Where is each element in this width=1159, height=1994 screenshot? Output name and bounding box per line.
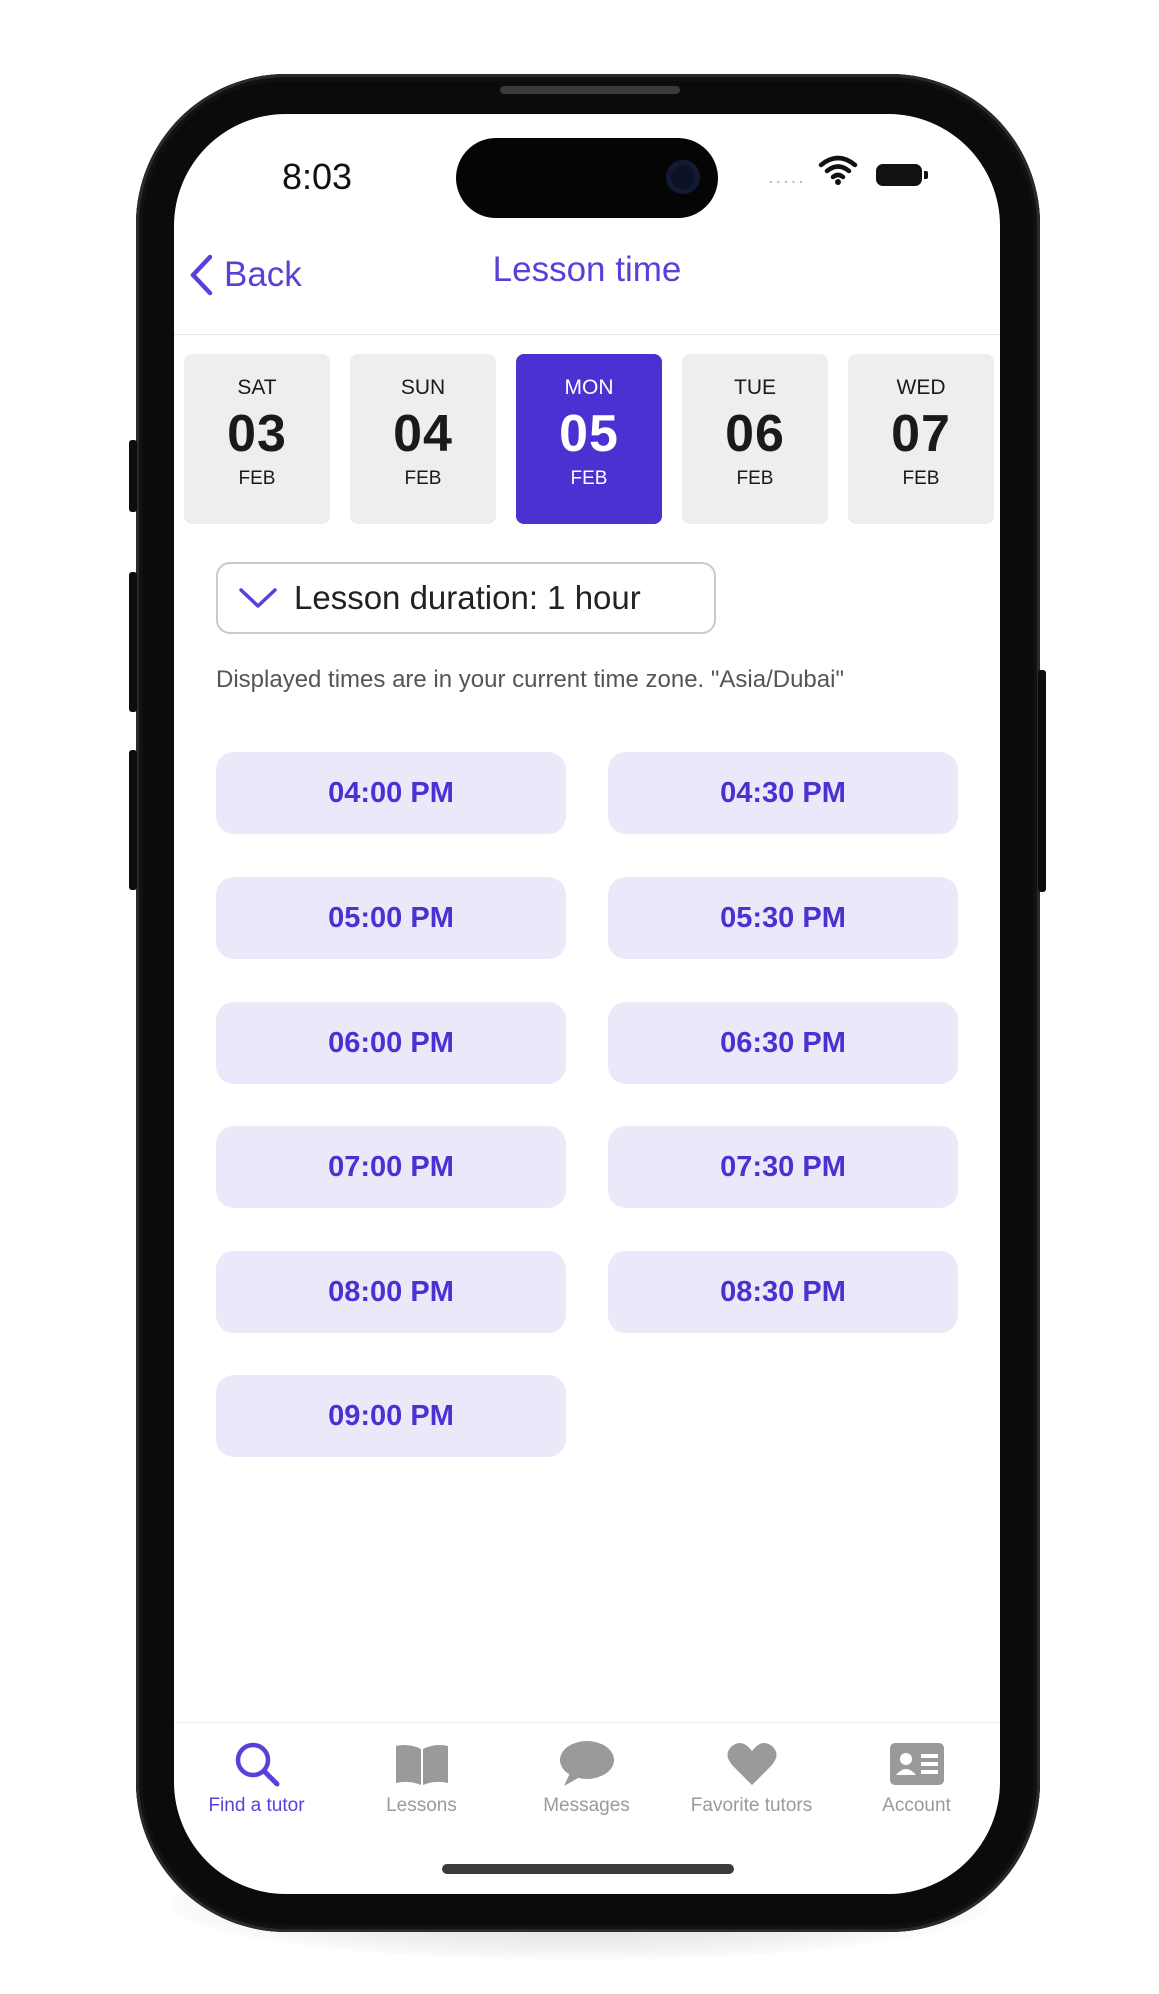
chat-bubble-icon bbox=[504, 1739, 669, 1789]
id-card-icon bbox=[834, 1739, 999, 1789]
volume-down-button bbox=[129, 750, 137, 890]
tab-label: Account bbox=[882, 1795, 951, 1816]
time-slot-button[interactable]: 08:00 PM bbox=[216, 1251, 566, 1333]
tab-label: Lessons bbox=[386, 1795, 457, 1816]
search-icon bbox=[174, 1739, 339, 1789]
tab-label: Find a tutor bbox=[208, 1795, 305, 1816]
timezone-note: Displayed times are in your current time… bbox=[216, 666, 844, 693]
time-slot-button[interactable]: 06:00 PM bbox=[216, 1002, 566, 1084]
date-day: SUN bbox=[400, 376, 446, 399]
date-month: FEB bbox=[404, 468, 442, 489]
time-slot-button[interactable]: 08:30 PM bbox=[608, 1251, 958, 1333]
time-slot-button[interactable]: 04:00 PM bbox=[216, 752, 566, 834]
tab-account[interactable]: Account bbox=[834, 1723, 999, 1833]
date-month: FEB bbox=[902, 468, 940, 489]
date-day: TUE bbox=[734, 376, 776, 399]
date-month: FEB bbox=[238, 468, 276, 489]
date-month: FEB bbox=[736, 468, 774, 489]
book-icon bbox=[339, 1739, 504, 1789]
home-indicator[interactable] bbox=[442, 1864, 734, 1874]
date-number: 06 bbox=[725, 405, 785, 463]
time-slot-button[interactable]: 07:30 PM bbox=[608, 1126, 958, 1208]
time-slot-button[interactable]: 07:00 PM bbox=[216, 1126, 566, 1208]
date-day: WED bbox=[896, 376, 946, 399]
date-card-wed[interactable]: WED 07 FEB bbox=[848, 354, 994, 524]
date-number: 03 bbox=[227, 405, 287, 463]
date-card-sun[interactable]: SUN 04 FEB bbox=[350, 354, 496, 524]
dynamic-island bbox=[456, 138, 718, 218]
tab-lessons[interactable]: Lessons bbox=[339, 1723, 504, 1833]
phone-screen: 8:03 ..... Back Lesson time SAT 03 FEB S… bbox=[174, 114, 1000, 1894]
lesson-duration-label: Lesson duration: 1 hour bbox=[294, 579, 641, 616]
tab-favorite-tutors[interactable]: Favorite tutors bbox=[669, 1723, 834, 1833]
page-title: Lesson time bbox=[492, 250, 682, 289]
wifi-icon bbox=[818, 154, 858, 191]
date-number: 05 bbox=[559, 405, 619, 463]
power-button bbox=[1038, 670, 1046, 892]
speaker-grill bbox=[500, 86, 680, 94]
volume-up-button bbox=[129, 572, 137, 712]
battery-icon bbox=[876, 164, 928, 186]
time-slot-button[interactable]: 09:00 PM bbox=[216, 1375, 566, 1457]
lesson-duration-dropdown[interactable]: Lesson duration: 1 hour bbox=[216, 562, 716, 634]
date-month: FEB bbox=[570, 468, 608, 489]
tab-label: Favorite tutors bbox=[690, 1795, 813, 1816]
date-picker: SAT 03 FEB SUN 04 FEB MON 05 FEB TUE 06 … bbox=[184, 354, 994, 524]
chevron-down-icon bbox=[239, 588, 277, 608]
action-button bbox=[129, 440, 137, 512]
date-card-mon-selected[interactable]: MON 05 FEB bbox=[516, 354, 662, 524]
heart-icon bbox=[669, 1739, 834, 1789]
time-slot-button[interactable]: 05:00 PM bbox=[216, 877, 566, 959]
date-number: 07 bbox=[891, 405, 951, 463]
tab-messages[interactable]: Messages bbox=[504, 1723, 669, 1833]
tab-label: Messages bbox=[543, 1795, 630, 1816]
date-card-tue[interactable]: TUE 06 FEB bbox=[682, 354, 828, 524]
camera-icon bbox=[666, 160, 700, 194]
date-number: 04 bbox=[393, 405, 453, 463]
date-day: SAT bbox=[237, 376, 277, 399]
tab-find-a-tutor[interactable]: Find a tutor bbox=[174, 1723, 339, 1833]
time-slot-button[interactable]: 04:30 PM bbox=[608, 752, 958, 834]
time-slot-button[interactable]: 06:30 PM bbox=[608, 1002, 958, 1084]
time-slot-button[interactable]: 05:30 PM bbox=[608, 877, 958, 959]
tab-bar: Find a tutor Lessons Messages Favorite t… bbox=[174, 1722, 1000, 1833]
date-card-sat[interactable]: SAT 03 FEB bbox=[184, 354, 330, 524]
date-day: MON bbox=[564, 376, 614, 399]
status-time: 8:03 bbox=[282, 156, 353, 197]
signal-dots-icon: ..... bbox=[768, 166, 806, 188]
